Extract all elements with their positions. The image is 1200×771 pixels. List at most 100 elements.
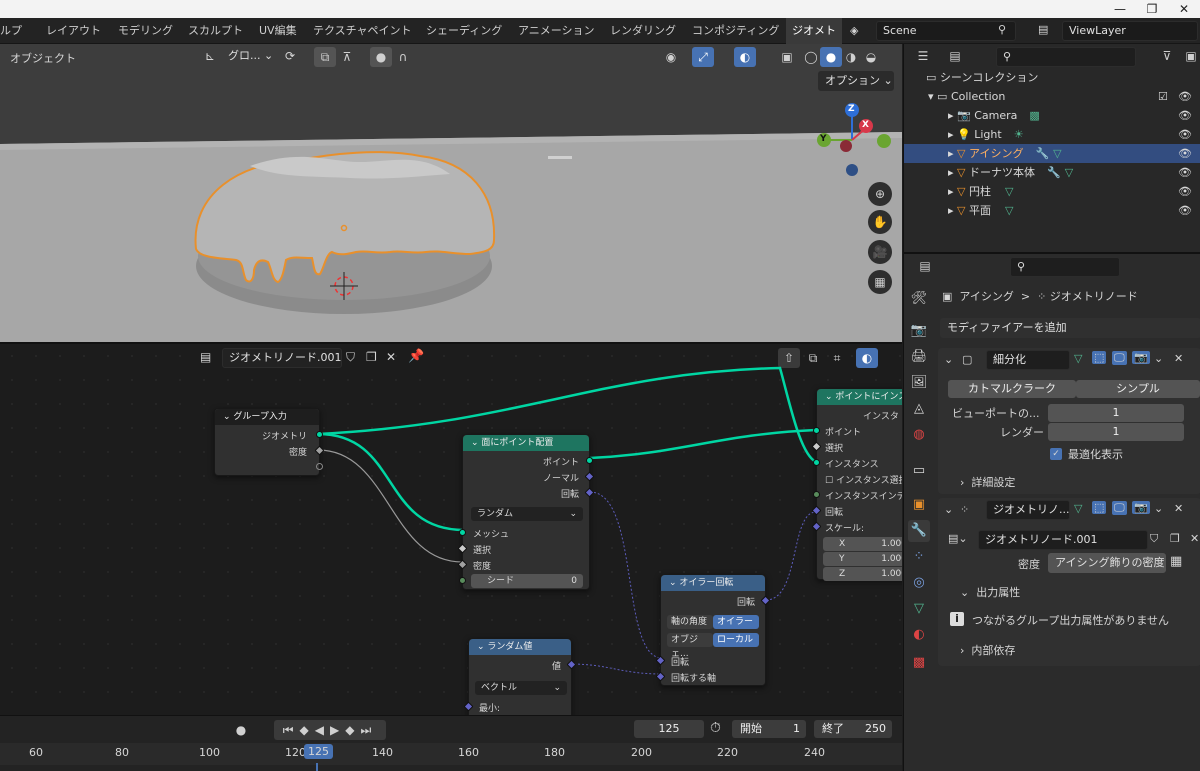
collection-tab-icon[interactable]: ▭ xyxy=(908,460,930,482)
scene-icon[interactable]: ◈ xyxy=(850,24,858,37)
object-space-option[interactable]: オブジェ... xyxy=(667,633,713,659)
node-rotate-euler[interactable]: ⌄ オイラー回転 回転 軸の角度 オイラー オブジェ... ローカル 回転 回転… xyxy=(655,574,771,686)
snap-icon[interactable]: ⧉ xyxy=(314,47,336,67)
eye-icon[interactable]: 👁 xyxy=(1178,163,1192,182)
viewport-levels-field[interactable]: 1 xyxy=(1048,404,1184,422)
node-header[interactable]: ⌄ オイラー回転 xyxy=(661,575,765,591)
scale-y-field[interactable]: Y 1.000 xyxy=(823,552,902,566)
empty-socket[interactable] xyxy=(316,463,323,470)
new-collection-icon[interactable]: ▣ xyxy=(1180,46,1200,66)
node-instance-on-points[interactable]: ⌄ ポイントにインス インスタ ポイント 選択 インスタンス ☐ インスタンス選… xyxy=(811,388,902,581)
tab-shading[interactable]: シェーディング xyxy=(426,18,502,44)
outliner-row-cylinder[interactable]: ▸ ▽ 円柱 ▽ 👁 xyxy=(904,182,1200,201)
edit-mode-toggle-icon[interactable]: ▽ xyxy=(1074,352,1082,365)
fake-user-shield-icon[interactable]: ⛉ xyxy=(1150,532,1158,546)
filter-funnel-icon[interactable]: ⊽ xyxy=(1156,46,1178,66)
falloff-icon[interactable]: ∩ xyxy=(392,47,414,67)
eye-icon[interactable]: 👁 xyxy=(1178,144,1192,163)
remove-modifier-icon[interactable]: ✕ xyxy=(1174,502,1183,515)
filter-view-icon[interactable]: ▤ xyxy=(944,46,966,66)
expand-arrow-icon[interactable]: ▾ xyxy=(928,90,934,103)
camera-data-icon[interactable]: ▩ xyxy=(1029,109,1039,122)
tool-tab-icon[interactable]: 🛠 xyxy=(908,288,930,310)
catmull-clark-tab[interactable]: カトマルクラーク xyxy=(948,380,1076,398)
transform-orientation-dropdown[interactable]: グロ... ⌄ xyxy=(222,47,276,67)
collapse-arrow-icon[interactable]: ⌄ xyxy=(944,353,953,366)
particles-tab-icon[interactable]: ⁘ xyxy=(908,546,930,568)
node-header[interactable]: ⌄ ポイントにインス xyxy=(817,389,902,405)
node-distribute-points[interactable]: ⌄ 面にポイント配置 ポイント ノーマル 回転 ランダム ⌄ メッシュ 選択 密度… xyxy=(457,434,595,590)
overlay-toggle-icon[interactable]: ◐ xyxy=(734,47,756,67)
node-header[interactable]: ⌄ 面にポイント配置 xyxy=(463,435,589,451)
tab-layout[interactable]: レイアウト xyxy=(46,18,101,44)
transform-orientation-icon[interactable]: ⊾ xyxy=(205,49,215,63)
modifier-name-field[interactable]: ジオメトリノ... xyxy=(986,500,1070,520)
3d-viewport[interactable]: Z Y X オブジェクト ⊾ グロ... ⌄ ⟳ ⧉ ⊼ ● ∩ ◉ ⤢ ◐ ▣… xyxy=(0,44,902,342)
scale-x-field[interactable]: X 1.000 xyxy=(823,537,902,551)
expand-arrow-icon[interactable]: ▸ xyxy=(948,128,954,141)
expand-arrow-icon[interactable]: ▸ xyxy=(948,185,954,198)
viewlayer-field[interactable]: ViewLayer xyxy=(1062,21,1198,41)
duplicate-icon[interactable]: ❐ xyxy=(1170,532,1180,545)
scene-field[interactable]: Scene xyxy=(876,21,1016,41)
node-header[interactable]: ⌄ ランダム値 xyxy=(469,639,571,655)
seed-field[interactable]: シード 0 xyxy=(471,574,583,588)
zoom-icon[interactable]: ⊕ xyxy=(868,182,892,206)
minimize-button[interactable]: — xyxy=(1105,0,1135,18)
internal-dependencies-section[interactable]: › 内部依存 xyxy=(960,642,1015,658)
close-window-button[interactable]: ✕ xyxy=(1169,0,1199,18)
geometry-socket[interactable] xyxy=(813,427,820,434)
outliner-row-light[interactable]: ▸ 💡 Light ☀ 👁 xyxy=(904,125,1200,144)
end-frame-field[interactable]: 終了 250 xyxy=(814,720,892,738)
modifier-menu-icon[interactable]: ⌄ xyxy=(1154,502,1163,515)
snap-target-icon[interactable]: ⊼ xyxy=(336,47,358,67)
eye-icon[interactable]: 👁 xyxy=(1178,106,1192,125)
euler-option[interactable]: オイラー xyxy=(713,615,759,629)
local-space-option[interactable]: ローカル xyxy=(713,633,759,647)
expand-arrow-icon[interactable]: ▸ xyxy=(948,147,954,160)
ortho-grid-icon[interactable]: ▦ xyxy=(868,270,892,294)
render-tab-icon[interactable]: 📷 xyxy=(908,320,930,342)
outliner-row-camera[interactable]: ▸ 📷 Camera ▩ 👁 xyxy=(904,106,1200,125)
modifier-menu-icon[interactable]: ⌄ xyxy=(1154,352,1163,365)
editor-type-icon[interactable]: ▤ xyxy=(914,256,936,276)
mesh-data-icon[interactable]: ▽ xyxy=(1065,166,1073,179)
record-icon[interactable]: ● xyxy=(230,720,252,740)
expand-arrow-icon[interactable]: ▸ xyxy=(948,204,954,217)
viewlayer-icon[interactable]: ▤ xyxy=(1038,23,1048,36)
collapse-arrow-icon[interactable]: ⌄ xyxy=(944,503,953,516)
frame-ruler[interactable]: 60 80 100 120 125 140 160 180 200 220 24… xyxy=(0,743,902,771)
output-attributes-section[interactable]: ⌄ 出力属性 xyxy=(960,584,1020,600)
tab-rendering[interactable]: レンダリング xyxy=(610,18,676,44)
include-checkbox[interactable]: ☑ xyxy=(1158,87,1168,106)
timeline[interactable]: ● ⏮◆◀▶◆⏭ 125 ⏱ 開始 1 終了 250 60 80 100 120 1… xyxy=(0,715,902,771)
axis-angle-option[interactable]: 軸の角度 xyxy=(667,615,713,629)
output-tab-icon[interactable]: 🖨 xyxy=(908,346,930,368)
modifier-name-field[interactable]: 細分化 xyxy=(986,350,1070,370)
eye-icon[interactable]: 👁 xyxy=(1178,125,1192,144)
tab-animation[interactable]: アニメーション xyxy=(518,18,595,44)
scene-tab-icon[interactable]: ◬ xyxy=(908,398,930,420)
render-display-icon[interactable]: 📷 xyxy=(1132,351,1150,364)
properties-editor[interactable]: ▤ ⚲ 🛠 📷 🖨 🖼 ◬ ◍ ▭ ▣ 🔧 ⁘ ◎ ▽ ◐ ▩ ▣ アイシング … xyxy=(903,252,1200,771)
rendered-shading-icon[interactable]: ◒ xyxy=(860,47,882,67)
object-tab-icon[interactable]: ▣ xyxy=(908,494,930,516)
physics-tab-icon[interactable]: ◎ xyxy=(908,572,930,594)
viewport-display-icon[interactable]: 🖵 xyxy=(1112,501,1127,515)
optimal-display-checkbox[interactable]: ✓ xyxy=(1050,448,1062,460)
geometry-socket[interactable] xyxy=(316,431,323,438)
xray-icon[interactable]: ▣ xyxy=(776,47,798,67)
start-frame-field[interactable]: 開始 1 xyxy=(732,720,806,738)
outliner-row-plane[interactable]: ▸ ▽ 平面 ▽ 👁 xyxy=(904,201,1200,220)
material-shading-icon[interactable]: ◑ xyxy=(840,47,862,67)
node-random-value[interactable]: ⌄ ランダム値 値 ベクトル ⌄ 最小: xyxy=(463,638,577,715)
tab-sculpt[interactable]: スカルプト xyxy=(188,18,243,44)
outliner-search-input[interactable]: ⚲ xyxy=(996,47,1136,67)
expand-arrow-icon[interactable]: ▸ xyxy=(948,109,954,122)
node-group-field[interactable]: ジオメトリノード.001 xyxy=(978,530,1148,550)
view-layer-tab-icon[interactable]: 🖼 xyxy=(908,372,930,394)
unlink-icon[interactable]: ✕ xyxy=(1190,532,1199,545)
camera-view-icon[interactable]: 🎥 xyxy=(868,240,892,264)
current-frame-field[interactable]: 125 xyxy=(634,720,704,738)
node-editor[interactable]: ▤ ジオメトリノード.001 ⛉ ❐ ✕ 📌 ⇧ ⧉ ⌗ ◐ ⌄ グループ入力 … xyxy=(0,342,902,715)
